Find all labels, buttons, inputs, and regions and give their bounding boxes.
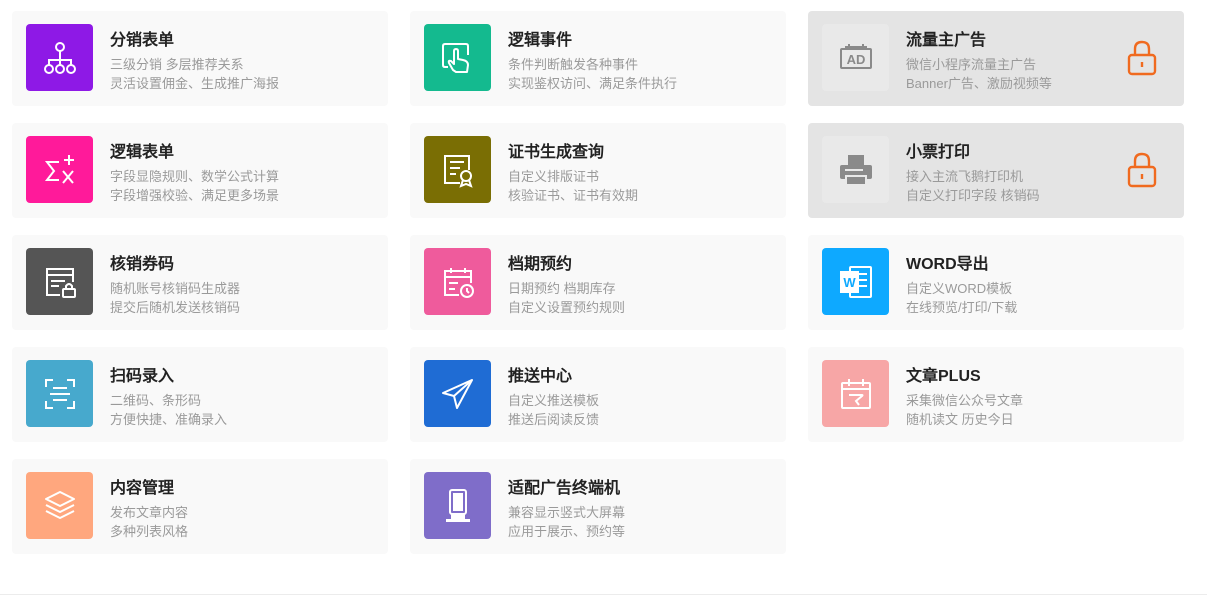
bottom-divider [0, 594, 1207, 595]
feature-description-line2: Banner广告、激励视频等 [906, 76, 1052, 91]
printer-icon [822, 136, 889, 203]
feature-title: 流量主广告 [906, 32, 987, 49]
feature-description-line1: 日期预约 档期库存 [508, 281, 616, 296]
feature-description-line1: 二维码、条形码 [110, 393, 202, 408]
tap-hand-icon [424, 24, 491, 91]
network-tree-icon [26, 24, 93, 91]
feature-description-line2: 多种列表风格 [110, 524, 189, 539]
feature-description-line2: 在线预览/打印/下载 [906, 300, 1018, 315]
feature-title: 适配广告终端机 [508, 480, 621, 497]
word-doc-icon: W [822, 248, 889, 315]
feature-card-coupon[interactable]: 核销券码随机账号核销码生成器 提交后随机发送核销码 [12, 235, 388, 330]
layers-icon [26, 472, 93, 539]
feature-card-push[interactable]: 推送中心自定义推送模板 推送后阅读反馈 [410, 347, 786, 442]
feature-description-line1: 随机账号核销码生成器 [110, 281, 241, 296]
feature-title: 逻辑事件 [508, 32, 573, 49]
feature-description-line2: 字段增强校验、满足更多场景 [110, 188, 280, 203]
feature-card-content[interactable]: 内容管理发布文章内容 多种列表风格 [12, 459, 388, 554]
feature-title: 证书生成查询 [508, 144, 605, 161]
feature-title: 文章PLUS [906, 368, 981, 385]
feature-description-line2: 自定义打印字段 核销码 [906, 188, 1040, 203]
feature-title: 推送中心 [508, 368, 573, 385]
ad-icon: AD [822, 24, 889, 91]
feature-title: WORD导出 [906, 256, 989, 273]
feature-description-line2: 方便快捷、准确录入 [110, 412, 228, 427]
feature-description-line1: 自定义排版证书 [508, 169, 600, 184]
feature-description-line2: 提交后随机发送核销码 [110, 300, 241, 315]
calendar-clock-icon [424, 248, 491, 315]
feature-card-traffic-ads[interactable]: AD 流量主广告微信小程序流量主广告 Banner广告、激励视频等 [808, 11, 1184, 106]
feature-description-line1: 自定义推送模板 [508, 393, 600, 408]
feature-title: 核销券码 [110, 256, 175, 273]
feature-title: 小票打印 [906, 144, 971, 161]
feature-description-line2: 随机读文 历史今日 [906, 412, 1014, 427]
feature-description-line1: 采集微信公众号文章 [906, 393, 1024, 408]
feature-description-line1: 字段显隐规则、数学公式计算 [110, 169, 280, 184]
coupon-lock-icon [26, 248, 93, 315]
feature-description-line2: 核验证书、证书有效期 [508, 188, 639, 203]
scan-icon [26, 360, 93, 427]
feature-description-line2: 自定义设置预约规则 [508, 300, 626, 315]
feature-title: 扫码录入 [110, 368, 175, 385]
article-calendar-icon [822, 360, 889, 427]
feature-card-scan[interactable]: 扫码录入二维码、条形码方便快捷、准确录入 [12, 347, 388, 442]
feature-card-logic-form[interactable]: 逻辑表单字段显隐规则、数学公式计算 字段增强校验、满足更多场景 [12, 123, 388, 218]
feature-description-line2: 推送后阅读反馈 [508, 412, 600, 427]
feature-title: 内容管理 [110, 480, 175, 497]
lock-icon [1126, 39, 1158, 77]
feature-description-line2: 灵活设置佣金、生成推广海报 [110, 76, 280, 91]
feature-title: 逻辑表单 [110, 144, 175, 161]
feature-card-logic-event[interactable]: 逻辑事件条件判断触发各种事件实现鉴权访问、满足条件执行 [410, 11, 786, 106]
feature-description-line1: 兼容显示竖式大屏幕 [508, 505, 626, 520]
feature-description-line1: 自定义WORD模板 [906, 281, 1013, 296]
feature-card-certificate[interactable]: 证书生成查询 自定义排版证书核验证书、证书有效期 [410, 123, 786, 218]
feature-card-article[interactable]: 文章PLUS 采集微信公众号文章 随机读文 历史今日 [808, 347, 1184, 442]
feature-card-ad-terminal[interactable]: 适配广告终端机 兼容显示竖式大屏幕 应用于展示、预约等 [410, 459, 786, 554]
feature-description-line2: 实现鉴权访问、满足条件执行 [508, 76, 678, 91]
feature-card-schedule[interactable]: 档期预约日期预约 档期库存 自定义设置预约规则 [410, 235, 786, 330]
certificate-icon [424, 136, 491, 203]
svg-text:W: W [843, 275, 856, 290]
feature-description-line1: 三级分销 多层推荐关系 [110, 57, 244, 72]
feature-title: 分销表单 [110, 32, 175, 49]
svg-text:AD: AD [846, 52, 865, 67]
paper-plane-icon [424, 360, 491, 427]
feature-card-receipt-print[interactable]: 小票打印接入主流飞鹅打印机自定义打印字段 核销码 [808, 123, 1184, 218]
formula-icon [26, 136, 93, 203]
feature-card-word[interactable]: W WORD导出自定义WORD模板 在线预览/打印/下载 [808, 235, 1184, 330]
feature-grid: 分销表单 三级分销 多层推荐关系 灵活设置佣金、生成推广海报 逻辑事件 条件判断触发各种… [12, 11, 1184, 554]
feature-description-line1: 条件判断触发各种事件 [508, 57, 639, 72]
feature-description-line1: 接入主流飞鹅打印机 [906, 169, 1024, 184]
feature-title: 档期预约 [508, 256, 573, 273]
feature-card-distribution[interactable]: 分销表单三级分销 多层推荐关系灵活设置佣金、生成推广海报 [12, 11, 388, 106]
feature-description-line1: 发布文章内容 [110, 505, 189, 520]
lock-icon [1126, 151, 1158, 189]
feature-description-line1: 微信小程序流量主广告 [906, 57, 1037, 72]
kiosk-icon [424, 472, 491, 539]
feature-description-line2: 应用于展示、预约等 [508, 524, 626, 539]
